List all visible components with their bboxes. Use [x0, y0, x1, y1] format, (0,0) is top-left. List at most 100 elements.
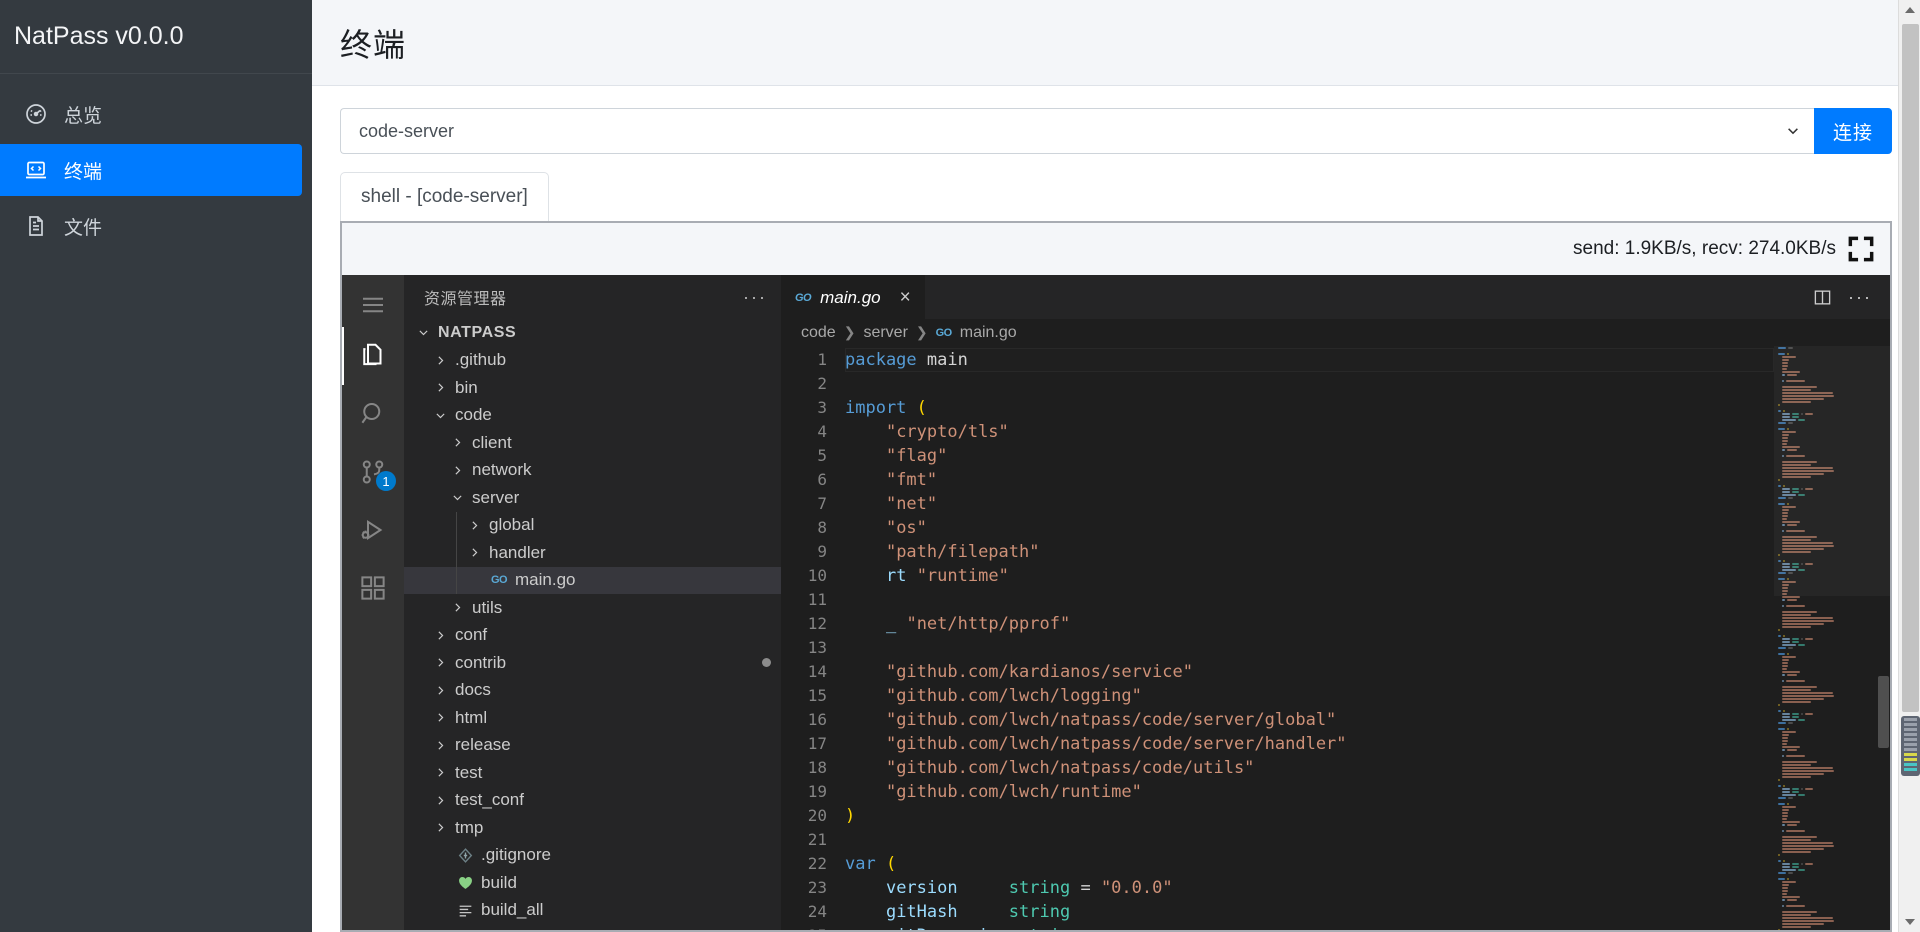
line-number: 15: [781, 684, 827, 708]
session-tab-shell[interactable]: shell - [code-server]: [340, 172, 549, 221]
tree-item[interactable]: build: [404, 869, 781, 897]
code-line[interactable]: "net": [845, 492, 1774, 516]
editor-tab-main-go[interactable]: GO main.go ×: [781, 275, 925, 319]
search-icon[interactable]: [342, 385, 404, 443]
chevron-down-icon[interactable]: [448, 491, 466, 504]
fullscreen-icon[interactable]: [1842, 230, 1880, 268]
chevron-right-icon[interactable]: [448, 464, 466, 477]
chevron-right-icon[interactable]: [431, 354, 449, 367]
code-line[interactable]: [845, 636, 1774, 660]
chevron-right-icon[interactable]: [431, 711, 449, 724]
vscode-explorer: 资源管理器 ··· NATPASS.githubbincodeclientnet…: [404, 275, 781, 930]
code-line[interactable]: package main: [845, 348, 1774, 372]
chevron-down-icon[interactable]: [414, 326, 432, 339]
sidebar-item-terminal[interactable]: 终端: [0, 144, 302, 196]
source-control-icon[interactable]: 1: [342, 443, 404, 501]
tree-item[interactable]: test: [404, 759, 781, 787]
split-editor-icon[interactable]: [1813, 288, 1832, 307]
code-line[interactable]: import (: [845, 396, 1774, 420]
tree-item[interactable]: tmp: [404, 814, 781, 842]
tree-item[interactable]: test_conf: [404, 787, 781, 815]
files-explorer-icon[interactable]: [342, 327, 404, 385]
tree-item[interactable]: docs: [404, 677, 781, 705]
sidebar-item-overview[interactable]: 总览: [0, 88, 302, 140]
code-line[interactable]: "crypto/tls": [845, 420, 1774, 444]
code-line[interactable]: "fmt": [845, 468, 1774, 492]
code-content[interactable]: package main import ( "crypto/tls" "flag…: [837, 346, 1774, 930]
tree-item[interactable]: handler: [404, 539, 781, 567]
chevron-right-icon[interactable]: [431, 684, 449, 697]
chevron-right-icon[interactable]: [448, 436, 466, 449]
tree-item[interactable]: html: [404, 704, 781, 732]
code-line[interactable]: ): [845, 804, 1774, 828]
tree-item[interactable]: code: [404, 402, 781, 430]
code-line[interactable]: version string = "0.0.0": [845, 876, 1774, 900]
tree-item[interactable]: network: [404, 457, 781, 485]
chevron-right-icon[interactable]: [465, 519, 483, 532]
editor-scrollbar-thumb[interactable]: [1878, 676, 1889, 748]
minimap-slider[interactable]: [1774, 346, 1890, 596]
tree-item[interactable]: contrib: [404, 649, 781, 677]
browser-scrollbar[interactable]: [1898, 0, 1920, 932]
code-line[interactable]: "github.com/kardianos/service": [845, 660, 1774, 684]
editor-scrollbar[interactable]: [1876, 346, 1890, 930]
breadcrumb-item[interactable]: server: [863, 324, 907, 342]
minimap[interactable]: [1774, 346, 1890, 930]
extensions-icon[interactable]: [342, 559, 404, 617]
sidebar-item-files[interactable]: 文件: [0, 200, 302, 252]
code-line[interactable]: "github.com/lwch/runtime": [845, 780, 1774, 804]
tree-item[interactable]: CHANGELOG.md: [404, 924, 781, 930]
chevron-right-icon[interactable]: [448, 601, 466, 614]
menu-icon[interactable]: [342, 283, 404, 327]
tree-item[interactable]: bin: [404, 374, 781, 402]
tree-item[interactable]: global: [404, 512, 781, 540]
chevron-right-icon[interactable]: [431, 629, 449, 642]
scroll-up-arrow-icon[interactable]: [1899, 0, 1920, 20]
more-actions-icon[interactable]: ···: [1848, 287, 1872, 308]
code-line[interactable]: [845, 828, 1774, 852]
code-line[interactable]: "github.com/lwch/natpass/code/server/han…: [845, 732, 1774, 756]
tree-root-item[interactable]: NATPASS: [404, 319, 781, 347]
explorer-more-icon[interactable]: ···: [743, 287, 767, 308]
chevron-down-icon[interactable]: [431, 409, 449, 422]
chevron-right-icon[interactable]: [431, 821, 449, 834]
run-debug-icon[interactable]: [342, 501, 404, 559]
tree-item[interactable]: utils: [404, 594, 781, 622]
chevron-right-icon[interactable]: [431, 656, 449, 669]
chevron-right-icon[interactable]: [465, 546, 483, 559]
tree-item[interactable]: build_all: [404, 897, 781, 925]
connect-button[interactable]: 连接: [1814, 108, 1892, 154]
code-line[interactable]: "github.com/lwch/natpass/code/utils": [845, 756, 1774, 780]
code-line[interactable]: "os": [845, 516, 1774, 540]
chevron-right-icon[interactable]: [431, 739, 449, 752]
tree-item[interactable]: GOmain.go: [404, 567, 781, 595]
code-area[interactable]: 1234567891011121314151617181920212223242…: [781, 346, 1890, 930]
code-line[interactable]: gitHash string: [845, 900, 1774, 924]
breadcrumb-item[interactable]: main.go: [960, 324, 1017, 342]
code-line[interactable]: gitReversion string: [845, 924, 1774, 930]
chevron-right-icon[interactable]: [431, 766, 449, 779]
file-tree[interactable]: NATPASS.githubbincodeclientnetworkserver…: [404, 319, 781, 930]
tree-item[interactable]: client: [404, 429, 781, 457]
code-line[interactable]: "github.com/lwch/natpass/code/server/glo…: [845, 708, 1774, 732]
code-line[interactable]: [845, 588, 1774, 612]
tree-item[interactable]: .github: [404, 347, 781, 375]
tree-item[interactable]: .gitignore: [404, 842, 781, 870]
code-line[interactable]: rt "runtime": [845, 564, 1774, 588]
code-line[interactable]: "github.com/lwch/logging": [845, 684, 1774, 708]
browser-scrollbar-thumb[interactable]: [1902, 24, 1919, 712]
scroll-down-arrow-icon[interactable]: [1899, 912, 1920, 932]
tree-item[interactable]: conf: [404, 622, 781, 650]
tree-item[interactable]: server: [404, 484, 781, 512]
chevron-right-icon[interactable]: [431, 794, 449, 807]
tree-item[interactable]: release: [404, 732, 781, 760]
close-icon[interactable]: ×: [900, 287, 911, 309]
breadcrumb-item[interactable]: code: [801, 324, 836, 342]
code-line[interactable]: "flag": [845, 444, 1774, 468]
target-select[interactable]: code-server: [340, 108, 1814, 154]
code-line[interactable]: _ "net/http/pprof": [845, 612, 1774, 636]
code-line[interactable]: "path/filepath": [845, 540, 1774, 564]
code-line[interactable]: var (: [845, 852, 1774, 876]
code-line[interactable]: [845, 372, 1774, 396]
chevron-right-icon[interactable]: [431, 381, 449, 394]
